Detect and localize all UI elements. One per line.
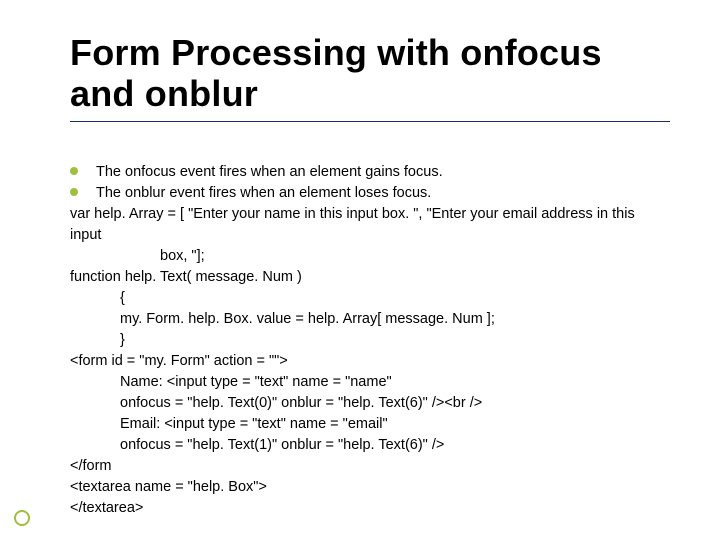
code-line: onfocus = "help. Text(1)" onblur = "help…	[70, 435, 670, 456]
code-line: function help. Text( message. Num )	[70, 267, 670, 288]
code-line: var help. Array = [ "Enter your name in …	[70, 204, 670, 246]
title-underline	[70, 121, 670, 122]
bullet-item: The onfocus event fires when an element …	[70, 162, 670, 183]
code-line: }	[70, 330, 670, 351]
code-line: </form	[70, 456, 670, 477]
bullet-icon	[70, 188, 78, 196]
code-line: Name: <input type = "text" name = "name"	[70, 372, 670, 393]
code-line: {	[70, 288, 670, 309]
code-line: Email: <input type = "text" name = "emai…	[70, 414, 670, 435]
bullet-item: The onblur event fires when an element l…	[70, 183, 670, 204]
slide-title: Form Processing with onfocus and onblur	[70, 32, 670, 115]
bullet-text: The onblur event fires when an element l…	[96, 185, 431, 201]
decorative-circle-icon	[14, 510, 30, 526]
slide: Form Processing with onfocus and onblur …	[0, 0, 720, 540]
code-line: box, "];	[70, 246, 670, 267]
code-line: <form id = "my. Form" action = "">	[70, 351, 670, 372]
code-line: </textarea>	[70, 498, 670, 519]
slide-body: The onfocus event fires when an element …	[70, 162, 670, 519]
bullet-text: The onfocus event fires when an element …	[96, 164, 443, 180]
bullet-icon	[70, 167, 78, 175]
code-line: my. Form. help. Box. value = help. Array…	[70, 309, 670, 330]
code-line: onfocus = "help. Text(0)" onblur = "help…	[70, 393, 670, 414]
code-line: <textarea name = "help. Box">	[70, 477, 670, 498]
